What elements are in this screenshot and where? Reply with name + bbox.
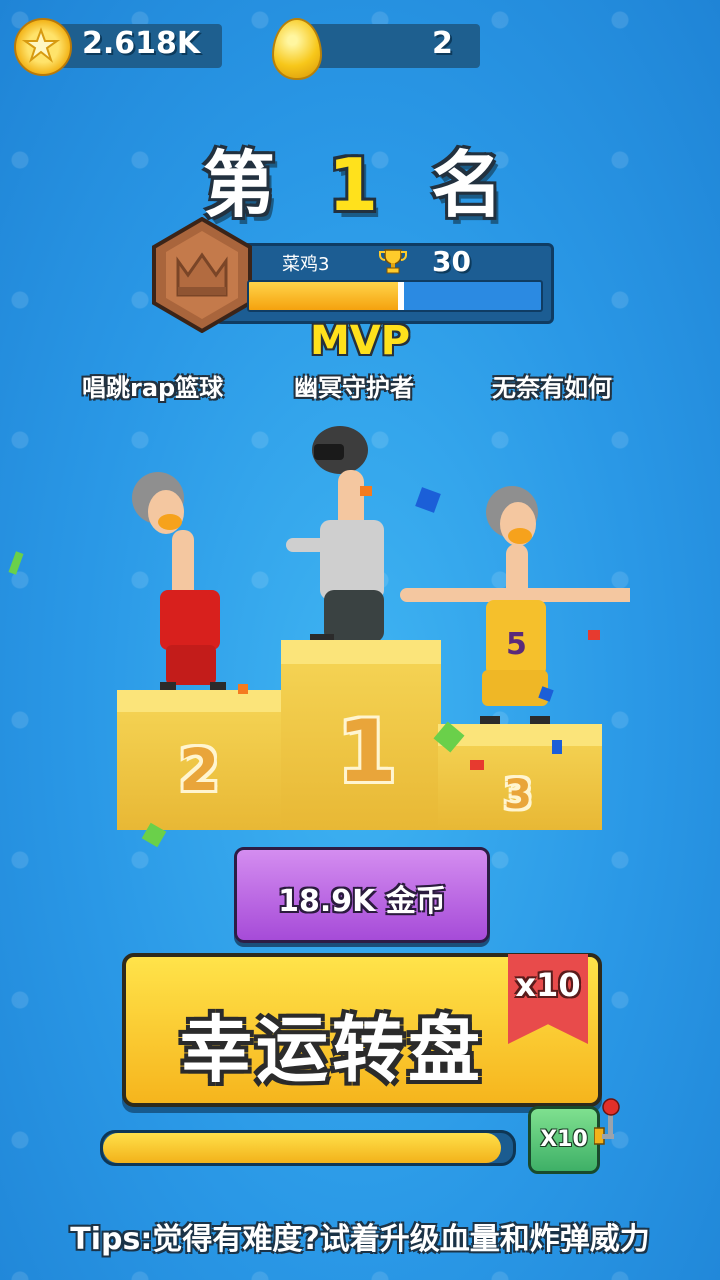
experience-bar-marker	[397, 282, 404, 310]
trophy-icon	[379, 249, 407, 274]
podium-player-1-name: 幽冥守护者	[294, 374, 414, 402]
trophy-count: 30	[432, 245, 471, 278]
confetti-piece	[470, 760, 484, 770]
podium-first-number: 1	[337, 702, 397, 802]
podium-first: 1	[281, 640, 441, 830]
experience-bar-fill	[249, 282, 401, 310]
confetti-piece	[360, 486, 372, 496]
lucky-wheel-label: 幸运转盘	[179, 1008, 484, 1092]
character-second-place	[132, 472, 226, 694]
crown-rank-badge-icon	[152, 217, 252, 333]
multiplier-meter-fill	[103, 1133, 501, 1163]
confetti-piece	[588, 630, 600, 640]
gold-coin-value: 2.618K	[82, 26, 201, 61]
podium-player-3-name: 无奈有如何	[492, 374, 612, 402]
rank-number: 1	[327, 143, 393, 227]
egg-value: 2	[432, 26, 453, 61]
player-name: 菜鸡3	[282, 254, 330, 275]
x10-button[interactable]: X10	[528, 1106, 600, 1174]
podium-player-2-name: 唱跳rap篮球	[82, 374, 224, 402]
podium-third: 3	[438, 724, 602, 830]
coins-reward-label: 18.9K 金币	[278, 884, 446, 919]
multiplier-meter	[100, 1130, 516, 1166]
star-coin-icon[interactable]	[14, 18, 72, 76]
slot-lever-icon[interactable]	[594, 1098, 630, 1148]
svg-text:5: 5	[506, 627, 527, 662]
confetti-piece	[552, 740, 562, 754]
podium-second: 2	[117, 690, 287, 830]
confetti-piece	[238, 684, 248, 694]
podium-second-number: 2	[179, 736, 220, 804]
tips-text: Tips:觉得有难度?试着升级血量和炸弹威力	[70, 1222, 650, 1257]
character-first-place	[286, 426, 402, 656]
coins-reward-button[interactable]: 18.9K 金币	[234, 847, 490, 943]
multiplier-ribbon-label: x10	[515, 966, 581, 1004]
mvp-label: MVP	[309, 318, 411, 364]
podium-third-number: 3	[504, 772, 532, 818]
x10-button-label: X10	[540, 1127, 588, 1152]
experience-bar	[247, 280, 543, 312]
rank-title: 第 1 名	[202, 143, 518, 227]
